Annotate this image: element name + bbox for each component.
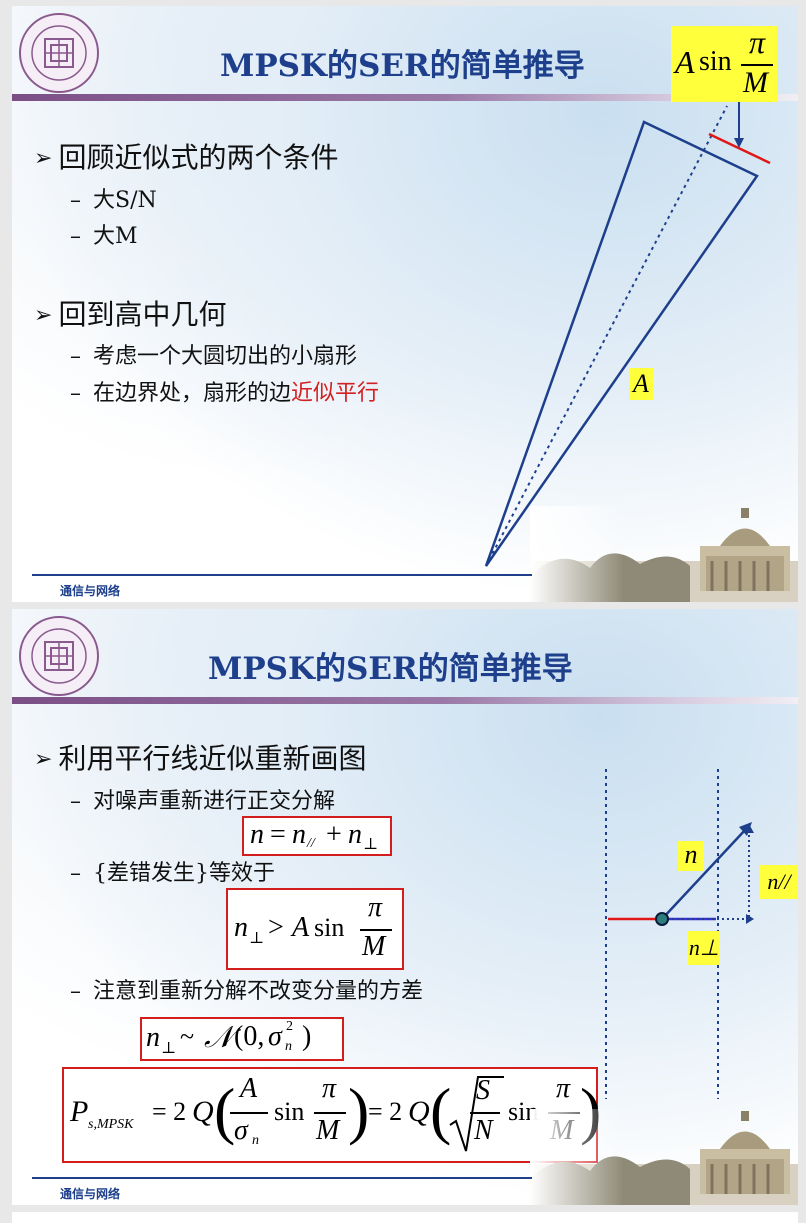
label-n: n <box>678 841 704 871</box>
slide-2: MPSK的SER的简单推导 ➢ 利用平行线近似重新画图 – 对噪声重新进行正交分解 … <box>12 609 798 1205</box>
campus-building-image <box>530 506 798 602</box>
slide-1: MPSK的SER的简单推导 ➢ 回顾近似式的两个条件 – 大S/N – 大M ➢ 回到高… <box>12 6 798 602</box>
footer-text: 通信与网络 <box>60 584 121 598</box>
label-n-parallel: n// <box>760 865 798 899</box>
footer-line <box>32 574 532 576</box>
annotation-a-sin-pi-over-m: A sin π M <box>671 24 777 102</box>
label-n-perp: n⊥ <box>688 931 720 965</box>
campus-building-image <box>530 1109 798 1205</box>
next-slide-edge <box>12 1212 798 1223</box>
label-a: A <box>629 368 653 400</box>
footer-line <box>32 1177 532 1179</box>
footer-text: 通信与网络 <box>60 1187 121 1201</box>
